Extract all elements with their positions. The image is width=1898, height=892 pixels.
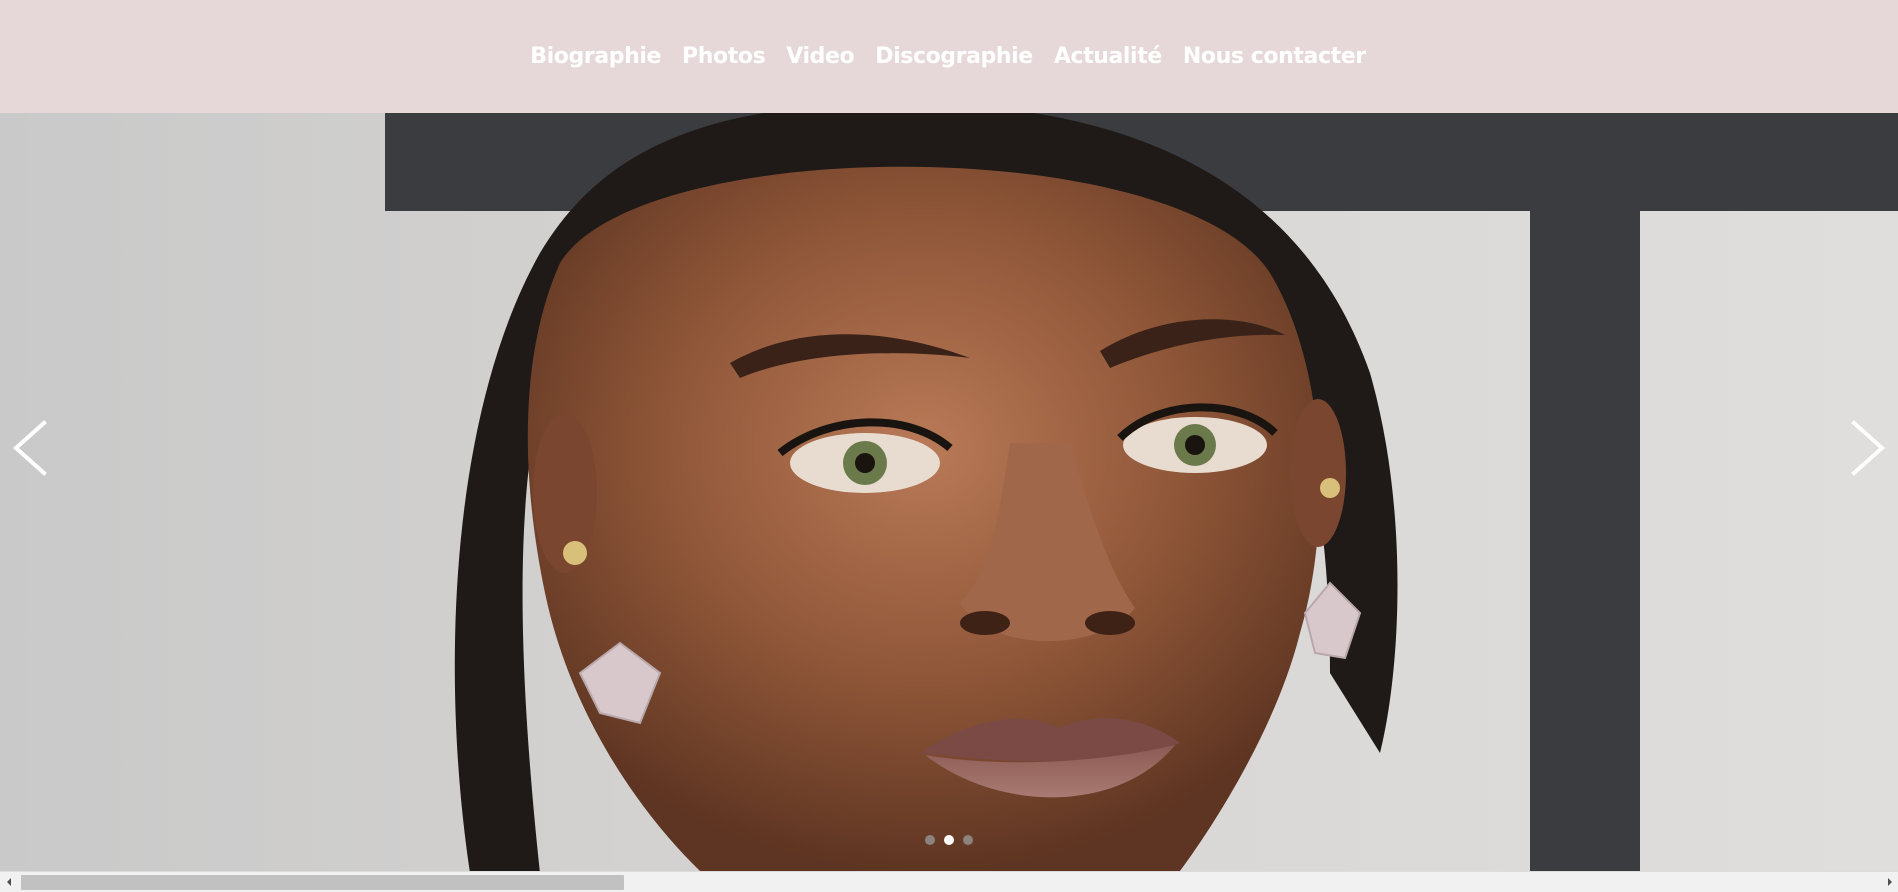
horizontal-scrollbar[interactable] [0, 871, 1898, 892]
nav-link-nous-contacter[interactable]: Nous contacter [1183, 44, 1366, 69]
chevron-left-icon [12, 420, 47, 476]
carousel-indicator-2[interactable] [944, 835, 954, 845]
nav-list: Biographie Photos Video Discographie Act… [530, 44, 1366, 69]
scroll-right-button[interactable] [1881, 872, 1898, 892]
hero-carousel[interactable] [0, 113, 1898, 871]
scroll-left-button[interactable] [0, 872, 17, 892]
triangle-left-icon [6, 878, 11, 886]
carousel-indicator-1[interactable] [925, 835, 935, 845]
nav-link-discographie[interactable]: Discographie [875, 44, 1033, 69]
triangle-right-icon [1887, 878, 1892, 886]
chevron-right-icon [1851, 420, 1886, 476]
nav-link-actualite[interactable]: Actualité [1054, 44, 1162, 69]
nav-link-biographie[interactable]: Biographie [530, 44, 661, 69]
carousel-prev-button[interactable] [0, 403, 60, 493]
nav-link-video[interactable]: Video [786, 44, 854, 69]
scrollbar-thumb[interactable] [21, 875, 624, 890]
carousel-next-button[interactable] [1838, 403, 1898, 493]
carousel-indicators [0, 835, 1898, 845]
nav-link-photos[interactable]: Photos [682, 44, 766, 69]
carousel-indicator-3[interactable] [963, 835, 973, 845]
carousel-slide-image [0, 113, 1898, 871]
main-navigation: Biographie Photos Video Discographie Act… [0, 0, 1898, 113]
page: Biographie Photos Video Discographie Act… [0, 0, 1898, 892]
